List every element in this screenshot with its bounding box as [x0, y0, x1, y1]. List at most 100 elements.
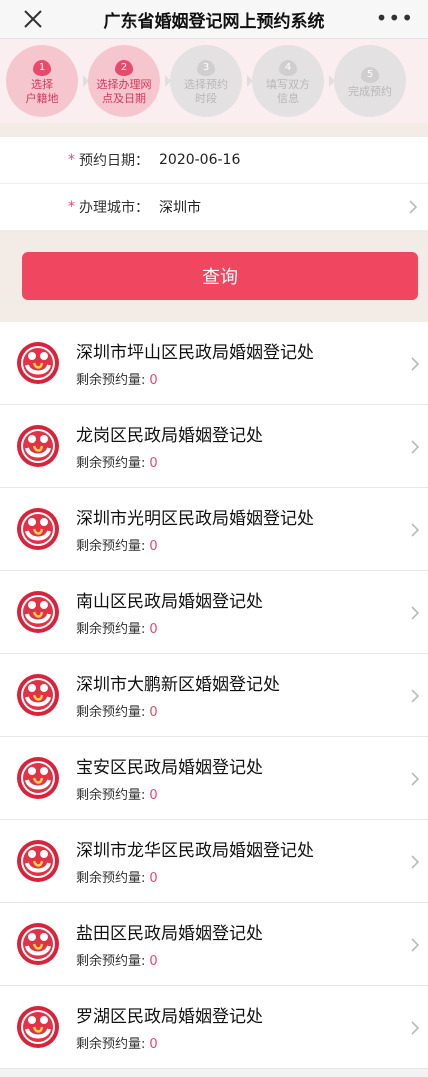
remaining-label: 剩余预约量: — [76, 456, 146, 471]
date-label: 预约日期： — [79, 153, 149, 169]
step-label: 选择办理网 点及日期 — [96, 78, 152, 105]
chevron-right-icon — [409, 200, 418, 214]
remaining-quota: 剩余预约量: 0 — [76, 452, 263, 471]
chevron-right-icon — [411, 440, 420, 454]
top-bar: 广东省婚姻登记网上预约系统 ••• — [0, 0, 428, 39]
more-menu-button[interactable]: ••• — [376, 6, 414, 30]
close-icon[interactable] — [22, 8, 44, 30]
chevron-right-icon — [411, 772, 420, 786]
step-2[interactable]: 2 选择办理网 点及日期 — [88, 45, 171, 117]
office-name: 深圳市大鹏新区婚姻登记处 — [76, 675, 280, 695]
office-texts: 深圳市光明区民政局婚姻登记处 剩余预约量: 0 — [76, 504, 314, 554]
marriage-registry-logo-icon — [17, 674, 59, 716]
step-number: 3 — [197, 60, 215, 76]
button-area: 查询 — [0, 252, 428, 322]
step-4: 4 填写双方 信息 — [252, 45, 335, 117]
remaining-quota: 剩余预约量: 0 — [76, 369, 314, 388]
city-label: 办理城市： — [79, 200, 149, 216]
city-field[interactable]: * 办理城市： 深圳市 — [0, 183, 428, 230]
remaining-quota: 剩余预约量: 0 — [76, 701, 280, 720]
office-texts: 深圳市大鹏新区婚姻登记处 剩余预约量: 0 — [76, 670, 280, 720]
remaining-label: 剩余预约量: — [76, 788, 146, 803]
chevron-right-icon — [411, 606, 420, 620]
remaining-quota: 剩余预约量: 0 — [76, 1033, 263, 1052]
office-texts: 盐田区民政局婚姻登记处 剩余预约量: 0 — [76, 919, 263, 969]
remaining-count: 0 — [149, 539, 158, 554]
divider-band — [0, 230, 428, 252]
required-mark: * — [68, 152, 75, 168]
step-1[interactable]: 1 选择 户籍地 — [6, 45, 89, 117]
step-number: 1 — [33, 60, 51, 76]
office-list-item[interactable]: 深圳市坪山区民政局婚姻登记处 剩余预约量: 0 — [0, 322, 428, 405]
chevron-right-icon — [411, 689, 420, 703]
office-list-item[interactable]: 南山区民政局婚姻登记处 剩余预约量: 0 — [0, 571, 428, 654]
chevron-right-icon — [411, 357, 420, 371]
marriage-registry-logo-icon — [17, 840, 59, 882]
office-texts: 罗湖区民政局婚姻登记处 剩余预约量: 0 — [76, 1002, 263, 1052]
remaining-quota: 剩余预约量: 0 — [76, 535, 314, 554]
remaining-quota: 剩余预约量: 0 — [76, 950, 263, 969]
office-name: 深圳市坪山区民政局婚姻登记处 — [76, 343, 314, 363]
marriage-registry-logo-icon — [17, 1006, 59, 1048]
office-name: 宝安区民政局婚姻登记处 — [76, 758, 263, 778]
office-list-item[interactable]: 龙岗区民政局婚姻登记处 剩余预约量: 0 — [0, 405, 428, 488]
remaining-count: 0 — [149, 954, 158, 969]
remaining-label: 剩余预约量: — [76, 539, 146, 554]
marriage-registry-logo-icon — [17, 508, 59, 550]
remaining-count: 0 — [149, 788, 158, 803]
remaining-label: 剩余预约量: — [76, 705, 146, 720]
office-list-item[interactable]: 深圳市光明区民政局婚姻登记处 剩余预约量: 0 — [0, 488, 428, 571]
step-label: 选择预约 时段 — [184, 78, 228, 105]
office-list-item[interactable]: 罗湖区民政局婚姻登记处 剩余预约量: 0 — [0, 986, 428, 1069]
divider-band — [0, 123, 428, 137]
remaining-label: 剩余预约量: — [76, 954, 146, 969]
remaining-label: 剩余预约量: — [76, 871, 146, 886]
marriage-registry-logo-icon — [17, 425, 59, 467]
remaining-count: 0 — [149, 622, 158, 637]
office-list-item[interactable]: 宝安区民政局婚姻登记处 剩余预约量: 0 — [0, 737, 428, 820]
step-5: 5 完成预约 — [334, 45, 406, 117]
chevron-right-icon — [411, 938, 420, 952]
marriage-registry-logo-icon — [17, 923, 59, 965]
required-mark: * — [68, 199, 75, 215]
query-form: * 预约日期： 2020-06-16 * 办理城市： 深圳市 — [0, 137, 428, 230]
remaining-label: 剩余预约量: — [76, 1037, 146, 1052]
remaining-count: 0 — [149, 456, 158, 471]
query-button[interactable]: 查询 — [22, 252, 418, 300]
date-value: 2020-06-16 — [159, 152, 241, 168]
office-list: 深圳市坪山区民政局婚姻登记处 剩余预约量: 0 龙岗区民政局婚姻登记处 剩余预约量… — [0, 322, 428, 1069]
remaining-count: 0 — [149, 373, 158, 388]
office-list-item[interactable]: 深圳市大鹏新区婚姻登记处 剩余预约量: 0 — [0, 654, 428, 737]
remaining-label: 剩余预约量: — [76, 373, 146, 388]
office-texts: 深圳市龙华区民政局婚姻登记处 剩余预约量: 0 — [76, 836, 314, 886]
office-texts: 南山区民政局婚姻登记处 剩余预约量: 0 — [76, 587, 263, 637]
remaining-quota: 剩余预约量: 0 — [76, 867, 314, 886]
chevron-right-icon — [411, 523, 420, 537]
step-label: 完成预约 — [348, 85, 392, 98]
step-3: 3 选择预约 时段 — [170, 45, 253, 117]
step-number: 4 — [279, 60, 297, 76]
city-value: 深圳市 — [159, 200, 201, 216]
page-title: 广东省婚姻登记网上预约系统 — [103, 11, 325, 32]
office-list-item[interactable]: 深圳市龙华区民政局婚姻登记处 剩余预约量: 0 — [0, 820, 428, 903]
step-number: 2 — [115, 60, 133, 76]
date-field[interactable]: * 预约日期： 2020-06-16 — [0, 137, 428, 183]
remaining-count: 0 — [149, 871, 158, 886]
remaining-quota: 剩余预约量: 0 — [76, 618, 263, 637]
progress-steps: 1 选择 户籍地 2 选择办理网 点及日期 3 选择预约 时段 4 填写双方 信息 5 … — [0, 39, 428, 123]
chevron-right-icon — [411, 855, 420, 869]
remaining-count: 0 — [149, 705, 158, 720]
marriage-registry-logo-icon — [17, 757, 59, 799]
office-list-item[interactable]: 盐田区民政局婚姻登记处 剩余预约量: 0 — [0, 903, 428, 986]
office-name: 龙岗区民政局婚姻登记处 — [76, 426, 263, 446]
chevron-right-icon — [411, 1021, 420, 1035]
remaining-count: 0 — [149, 1037, 158, 1052]
office-name: 盐田区民政局婚姻登记处 — [76, 924, 263, 944]
office-texts: 宝安区民政局婚姻登记处 剩余预约量: 0 — [76, 753, 263, 803]
step-label: 填写双方 信息 — [266, 78, 310, 105]
remaining-label: 剩余预约量: — [76, 622, 146, 637]
office-texts: 深圳市坪山区民政局婚姻登记处 剩余预约量: 0 — [76, 338, 314, 388]
office-name: 深圳市龙华区民政局婚姻登记处 — [76, 841, 314, 861]
office-name: 南山区民政局婚姻登记处 — [76, 592, 263, 612]
marriage-registry-logo-icon — [17, 591, 59, 633]
